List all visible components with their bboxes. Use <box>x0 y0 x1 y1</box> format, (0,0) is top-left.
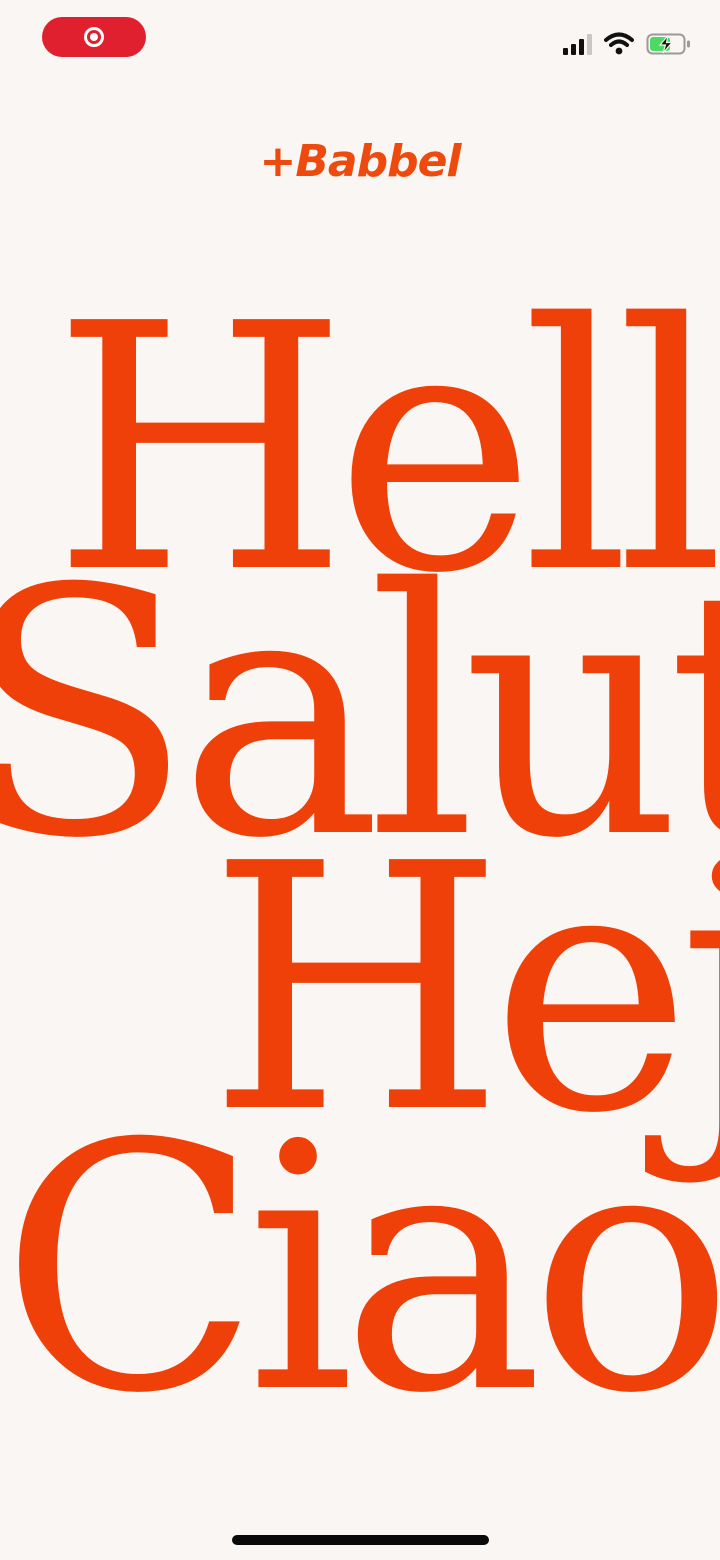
status-icons <box>563 31 692 57</box>
splash-screen: +Babbel Hello Salut Hej Ciao <box>0 0 720 1560</box>
screen-record-icon <box>84 27 104 47</box>
wifi-icon <box>604 32 634 55</box>
battery-charging-icon <box>646 33 690 55</box>
home-indicator[interactable] <box>232 1535 489 1545</box>
cellular-signal-icon <box>563 33 592 55</box>
babbel-logo: +Babbel <box>259 136 461 187</box>
screen-recording-indicator[interactable] <box>42 17 146 57</box>
greeting-word-ciao: Ciao <box>0 1072 720 1468</box>
